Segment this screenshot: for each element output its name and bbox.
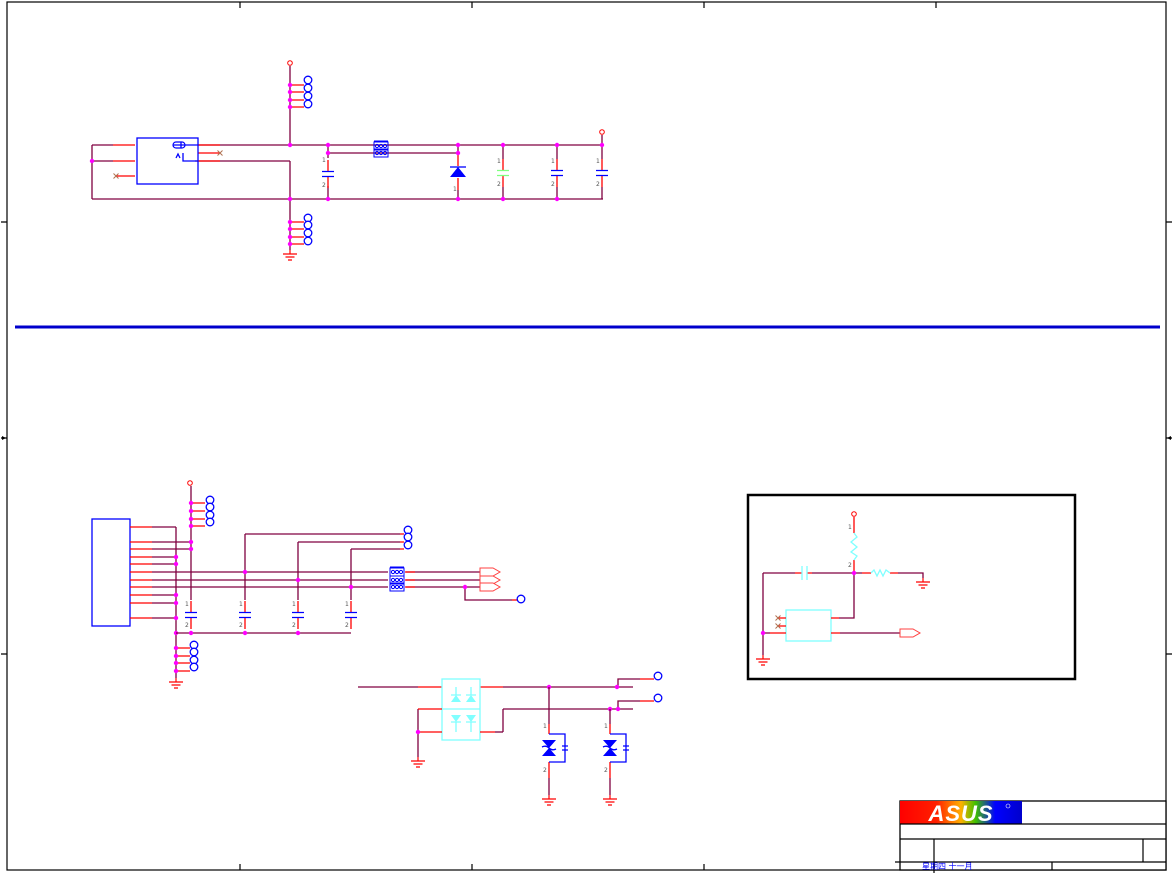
ground-symbol-icon bbox=[410, 756, 426, 768]
ground-symbol-icon bbox=[602, 794, 618, 806]
svg-text:2: 2 bbox=[497, 181, 501, 188]
svg-text:1: 1 bbox=[497, 158, 501, 165]
svg-text:2: 2 bbox=[185, 622, 189, 629]
svg-text:2: 2 bbox=[345, 622, 349, 629]
dc-jack-connector bbox=[136, 137, 199, 185]
connector-header bbox=[91, 518, 131, 627]
esd-protection-circuit: 1 2 1 2 bbox=[358, 671, 663, 806]
diode: 1 bbox=[450, 142, 466, 202]
connector-filter-circuit: 1 2 1 2 1 2 1 2 bbox=[91, 480, 526, 689]
ground-symbol-icon bbox=[915, 577, 931, 589]
svg-text:1: 1 bbox=[604, 723, 608, 730]
drawing-frame bbox=[1, 1, 1172, 871]
power-symbol-icon bbox=[851, 511, 857, 517]
offpage-port-icon bbox=[899, 628, 921, 638]
offpage-port-icon bbox=[479, 582, 501, 592]
resistor bbox=[849, 532, 859, 561]
svg-text:2: 2 bbox=[551, 181, 555, 188]
ground-symbol-icon bbox=[168, 677, 184, 689]
detect-ic bbox=[785, 609, 832, 642]
power-symbol-icon bbox=[599, 129, 605, 135]
ground-symbol-icon bbox=[755, 654, 771, 666]
title-block: ASUS 星期四 十一月 bbox=[895, 800, 1167, 873]
ground-symbol-icon bbox=[541, 794, 557, 806]
boxed-detect-circuit: 12 bbox=[746, 493, 1077, 681]
svg-text:2: 2 bbox=[543, 767, 547, 774]
svg-text:1: 1 bbox=[292, 601, 296, 608]
svg-text:2: 2 bbox=[596, 181, 600, 188]
tvs-diode bbox=[602, 733, 630, 763]
svg-text:1: 1 bbox=[322, 157, 326, 164]
schematic-sheet: 12 1 12 12 12 12 12 12 12 12 12 12 ASUS … bbox=[1, 1, 1172, 873]
tvs-diode bbox=[541, 733, 569, 763]
svg-text:2: 2 bbox=[239, 622, 243, 629]
asus-logo: ASUS bbox=[900, 801, 1022, 826]
svg-text:1: 1 bbox=[596, 158, 600, 165]
offpage-port-icon bbox=[479, 567, 501, 577]
svg-text:2: 2 bbox=[322, 182, 326, 189]
svg-text:1: 1 bbox=[345, 601, 349, 608]
svg-text:2: 2 bbox=[848, 562, 852, 569]
svg-text:2: 2 bbox=[292, 622, 296, 629]
svg-text:1: 1 bbox=[239, 601, 243, 608]
power-symbol-icon bbox=[287, 60, 293, 66]
power-input-circuit: 1 2 1 1 2 1 2 1 2 bbox=[89, 60, 609, 261]
svg-text:1: 1 bbox=[453, 186, 457, 193]
ground-symbol-icon bbox=[282, 249, 298, 261]
svg-text:1: 1 bbox=[185, 601, 189, 608]
power-test-points bbox=[287, 75, 313, 110]
power-symbol-icon bbox=[187, 480, 193, 486]
ground-test-points bbox=[287, 213, 313, 247]
esd-diode-array bbox=[441, 678, 481, 741]
resistor bbox=[870, 568, 891, 578]
svg-text:2: 2 bbox=[604, 767, 608, 774]
svg-text:1: 1 bbox=[543, 723, 547, 730]
svg-text:1: 1 bbox=[551, 158, 555, 165]
svg-text:1: 1 bbox=[848, 524, 852, 531]
date-text: 星期四 十一月 bbox=[922, 861, 973, 871]
svg-text:ASUS: ASUS bbox=[927, 801, 993, 826]
capacitor bbox=[801, 566, 808, 580]
